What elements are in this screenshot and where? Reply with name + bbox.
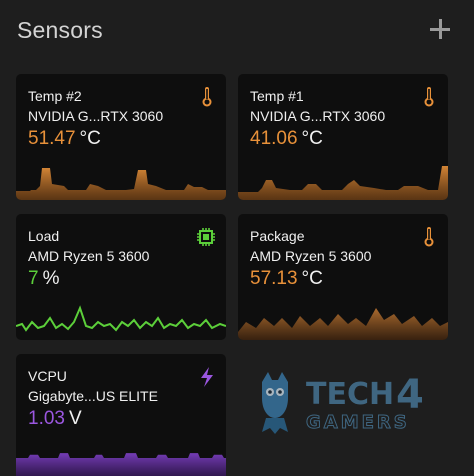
sensor-device: Gigabyte...US ELITE	[28, 388, 158, 404]
sensor-label: Load	[28, 228, 60, 244]
sensor-value: 57.13	[250, 268, 298, 289]
watermark-line2: GAMERS	[306, 412, 410, 433]
thermometer-icon	[424, 227, 434, 247]
sensor-label: VCPU	[28, 368, 67, 384]
sensor-value: 7	[28, 268, 39, 289]
sensor-value-row: 1.03 V	[28, 408, 82, 430]
sparkline-chart	[16, 168, 226, 200]
sensor-unit: %	[42, 268, 60, 289]
sensor-device: NVIDIA G...RTX 3060	[250, 108, 386, 124]
add-sensor-button[interactable]	[426, 15, 454, 43]
sensor-card-temp-2[interactable]: Temp #2 NVIDIA G...RTX 3060 51.47 °C	[16, 74, 226, 200]
sensor-card-vcpu[interactable]: VCPU Gigabyte...US ELITE 1.03 V	[16, 354, 226, 476]
sensor-card-load[interactable]: Load AMD Ryzen 5 3600 7%	[16, 214, 226, 340]
sensor-value: 1.03	[28, 408, 65, 429]
sensor-value: 51.47	[28, 128, 76, 149]
thermometer-icon	[202, 87, 212, 107]
sparkline-chart	[16, 305, 226, 332]
sensor-unit: °C	[79, 128, 101, 149]
sparkline-chart	[238, 166, 448, 200]
sensor-value-row: 57.13 °C	[250, 268, 323, 290]
sensor-unit: °C	[301, 128, 323, 149]
sparkline-chart	[238, 308, 448, 340]
page-title: Sensors	[17, 17, 103, 43]
sensor-unit: V	[68, 408, 82, 429]
sensor-value-row: 7%	[28, 268, 59, 290]
sparkline-chart	[16, 453, 226, 476]
header: Sensors	[17, 17, 454, 51]
sensor-card-temp-1[interactable]: Temp #1 NVIDIA G...RTX 3060 41.06 °C	[238, 74, 448, 200]
sensor-unit: °C	[301, 268, 323, 289]
sensor-device: NVIDIA G...RTX 3060	[28, 108, 164, 124]
sensor-label: Package	[250, 228, 305, 244]
cpu-chip-icon	[197, 228, 215, 246]
sensor-device: AMD Ryzen 5 3600	[28, 248, 150, 264]
watermark-line1: TECH	[306, 377, 394, 412]
sensor-label: Temp #2	[28, 88, 82, 104]
sensor-label: Temp #1	[250, 88, 304, 104]
sensor-value-row: 51.47 °C	[28, 128, 101, 150]
tech4gamers-watermark-logo: TECH 4 GAMERS	[262, 372, 424, 434]
sensor-value: 41.06	[250, 128, 298, 149]
thermometer-icon	[424, 87, 434, 107]
lightning-icon	[201, 367, 213, 387]
sensor-card-package[interactable]: Package AMD Ryzen 5 3600 57.13 °C	[238, 214, 448, 340]
sensor-value-row: 41.06 °C	[250, 128, 323, 150]
sensor-device: AMD Ryzen 5 3600	[250, 248, 372, 264]
